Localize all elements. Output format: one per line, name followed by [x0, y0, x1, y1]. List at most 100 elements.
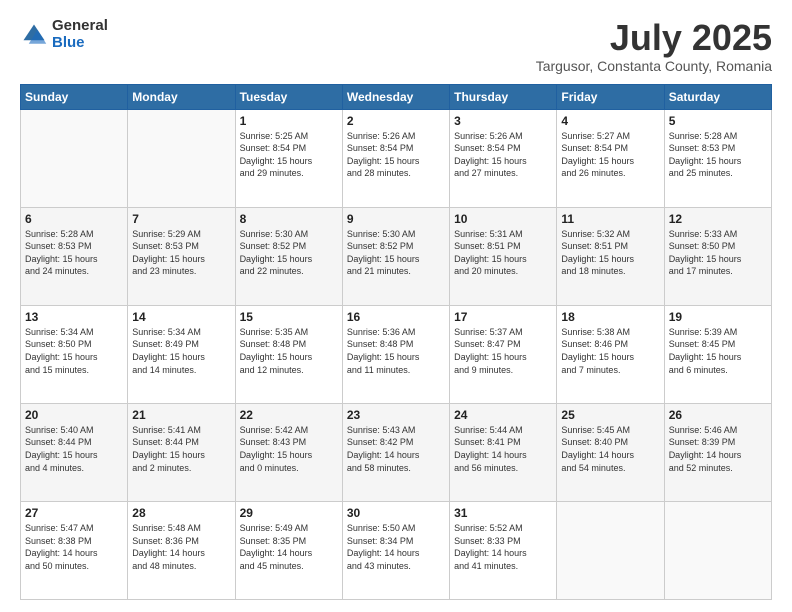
calendar-cell — [128, 109, 235, 207]
day-info: Sunrise: 5:28 AMSunset: 8:53 PMDaylight:… — [669, 130, 767, 180]
day-info: Sunrise: 5:28 AMSunset: 8:53 PMDaylight:… — [25, 228, 123, 278]
calendar-cell: 18 Sunrise: 5:38 AMSunset: 8:46 PMDayligh… — [557, 305, 664, 403]
calendar-cell: 2Sunrise: 5:26 AMSunset: 8:54 PMDaylight… — [342, 109, 449, 207]
day-number: 27 — [25, 506, 123, 520]
day-info: Sunrise: 5:40 AMSunset: 8:44 PMDaylight:… — [25, 424, 123, 474]
day-number: 26 — [669, 408, 767, 422]
calendar-cell: 30 Sunrise: 5:50 AMSunset: 8:34 PMDayligh… — [342, 501, 449, 599]
calendar-cell: 26Sunrise: 5:46 AMSunset: 8:39 PMDayligh… — [664, 403, 771, 501]
col-wednesday: Wednesday — [342, 84, 449, 109]
col-monday: Monday — [128, 84, 235, 109]
calendar-cell: 11 Sunrise: 5:32 AMSunset: 8:51 PMDayligh… — [557, 207, 664, 305]
calendar-cell: 12 Sunrise: 5:33 AMSunset: 8:50 PMDayligh… — [664, 207, 771, 305]
calendar-cell: 17Sunrise: 5:37 AMSunset: 8:47 PMDayligh… — [450, 305, 557, 403]
day-number: 7 — [132, 212, 230, 226]
day-number: 22 — [240, 408, 338, 422]
day-info: Sunrise: 5:39 AMSunset: 8:45 PMDaylight:… — [669, 326, 767, 376]
day-number: 9 — [347, 212, 445, 226]
day-number: 30 — [347, 506, 445, 520]
month-title: July 2025 — [536, 18, 772, 58]
logo-icon — [20, 21, 48, 49]
calendar-cell: 21Sunrise: 5:41 AMSunset: 8:44 PMDayligh… — [128, 403, 235, 501]
calendar-header-row: Sunday Monday Tuesday Wednesday Thursday… — [21, 84, 772, 109]
calendar-cell: 9Sunrise: 5:30 AMSunset: 8:52 PMDaylight… — [342, 207, 449, 305]
title-block: July 2025 Targusor, Constanta County, Ro… — [536, 18, 772, 74]
calendar-cell: 15 Sunrise: 5:35 AMSunset: 8:48 PMDayligh… — [235, 305, 342, 403]
logo-general-text: General — [52, 18, 108, 35]
calendar-cell: 25 Sunrise: 5:45 AMSunset: 8:40 PMDayligh… — [557, 403, 664, 501]
day-info: Sunrise: 5:52 AMSunset: 8:33 PMDaylight:… — [454, 522, 552, 572]
calendar-cell: 5 Sunrise: 5:28 AMSunset: 8:53 PMDaylight… — [664, 109, 771, 207]
calendar-week-row: 13 Sunrise: 5:34 AMSunset: 8:50 PMDayligh… — [21, 305, 772, 403]
page: General Blue July 2025 Targusor, Constan… — [0, 0, 792, 612]
calendar-cell: 4Sunrise: 5:27 AMSunset: 8:54 PMDaylight… — [557, 109, 664, 207]
day-number: 13 — [25, 310, 123, 324]
day-number: 1 — [240, 114, 338, 128]
calendar-cell: 16Sunrise: 5:36 AMSunset: 8:48 PMDayligh… — [342, 305, 449, 403]
day-number: 29 — [240, 506, 338, 520]
logo-blue-text: Blue — [52, 35, 108, 52]
day-info: Sunrise: 5:25 AMSunset: 8:54 PMDaylight:… — [240, 130, 338, 180]
day-info: Sunrise: 5:48 AMSunset: 8:36 PMDaylight:… — [132, 522, 230, 572]
calendar-cell: 1 Sunrise: 5:25 AMSunset: 8:54 PMDaylight… — [235, 109, 342, 207]
calendar-cell: 22 Sunrise: 5:42 AMSunset: 8:43 PMDayligh… — [235, 403, 342, 501]
day-number: 5 — [669, 114, 767, 128]
calendar-cell: 19 Sunrise: 5:39 AMSunset: 8:45 PMDayligh… — [664, 305, 771, 403]
day-number: 19 — [669, 310, 767, 324]
calendar-table: Sunday Monday Tuesday Wednesday Thursday… — [20, 84, 772, 600]
calendar-cell: 10Sunrise: 5:31 AMSunset: 8:51 PMDayligh… — [450, 207, 557, 305]
header: General Blue July 2025 Targusor, Constan… — [20, 18, 772, 74]
calendar-week-row: 27 Sunrise: 5:47 AMSunset: 8:38 PMDayligh… — [21, 501, 772, 599]
calendar-cell: 6 Sunrise: 5:28 AMSunset: 8:53 PMDaylight… — [21, 207, 128, 305]
day-number: 24 — [454, 408, 552, 422]
day-info: Sunrise: 5:42 AMSunset: 8:43 PMDaylight:… — [240, 424, 338, 474]
day-info: Sunrise: 5:45 AMSunset: 8:40 PMDaylight:… — [561, 424, 659, 474]
day-info: Sunrise: 5:34 AMSunset: 8:50 PMDaylight:… — [25, 326, 123, 376]
calendar-week-row: 1 Sunrise: 5:25 AMSunset: 8:54 PMDaylight… — [21, 109, 772, 207]
day-info: Sunrise: 5:47 AMSunset: 8:38 PMDaylight:… — [25, 522, 123, 572]
calendar-week-row: 20 Sunrise: 5:40 AMSunset: 8:44 PMDayligh… — [21, 403, 772, 501]
day-number: 4 — [561, 114, 659, 128]
day-info: Sunrise: 5:32 AMSunset: 8:51 PMDaylight:… — [561, 228, 659, 278]
day-info: Sunrise: 5:44 AMSunset: 8:41 PMDaylight:… — [454, 424, 552, 474]
calendar-cell: 13 Sunrise: 5:34 AMSunset: 8:50 PMDayligh… — [21, 305, 128, 403]
location-subtitle: Targusor, Constanta County, Romania — [536, 58, 772, 74]
day-number: 25 — [561, 408, 659, 422]
calendar-cell: 24 Sunrise: 5:44 AMSunset: 8:41 PMDayligh… — [450, 403, 557, 501]
col-friday: Friday — [557, 84, 664, 109]
calendar-cell: 7 Sunrise: 5:29 AMSunset: 8:53 PMDaylight… — [128, 207, 235, 305]
day-info: Sunrise: 5:38 AMSunset: 8:46 PMDaylight:… — [561, 326, 659, 376]
day-number: 15 — [240, 310, 338, 324]
calendar-cell: 14Sunrise: 5:34 AMSunset: 8:49 PMDayligh… — [128, 305, 235, 403]
col-sunday: Sunday — [21, 84, 128, 109]
day-info: Sunrise: 5:29 AMSunset: 8:53 PMDaylight:… — [132, 228, 230, 278]
logo: General Blue — [20, 18, 108, 51]
day-number: 17 — [454, 310, 552, 324]
day-number: 11 — [561, 212, 659, 226]
day-number: 18 — [561, 310, 659, 324]
col-tuesday: Tuesday — [235, 84, 342, 109]
day-info: Sunrise: 5:33 AMSunset: 8:50 PMDaylight:… — [669, 228, 767, 278]
day-info: Sunrise: 5:43 AMSunset: 8:42 PMDaylight:… — [347, 424, 445, 474]
calendar-cell: 31Sunrise: 5:52 AMSunset: 8:33 PMDayligh… — [450, 501, 557, 599]
day-number: 10 — [454, 212, 552, 226]
day-number: 16 — [347, 310, 445, 324]
day-number: 12 — [669, 212, 767, 226]
day-number: 8 — [240, 212, 338, 226]
calendar-cell: 8Sunrise: 5:30 AMSunset: 8:52 PMDaylight… — [235, 207, 342, 305]
day-number: 6 — [25, 212, 123, 226]
col-thursday: Thursday — [450, 84, 557, 109]
calendar-cell: 28 Sunrise: 5:48 AMSunset: 8:36 PMDayligh… — [128, 501, 235, 599]
day-info: Sunrise: 5:35 AMSunset: 8:48 PMDaylight:… — [240, 326, 338, 376]
day-info: Sunrise: 5:26 AMSunset: 8:54 PMDaylight:… — [347, 130, 445, 180]
day-number: 28 — [132, 506, 230, 520]
day-info: Sunrise: 5:50 AMSunset: 8:34 PMDaylight:… — [347, 522, 445, 572]
day-number: 23 — [347, 408, 445, 422]
day-info: Sunrise: 5:26 AMSunset: 8:54 PMDaylight:… — [454, 130, 552, 180]
logo-text: General Blue — [52, 18, 108, 51]
day-info: Sunrise: 5:49 AMSunset: 8:35 PMDaylight:… — [240, 522, 338, 572]
calendar-cell — [557, 501, 664, 599]
day-number: 14 — [132, 310, 230, 324]
day-number: 20 — [25, 408, 123, 422]
calendar-cell: 3Sunrise: 5:26 AMSunset: 8:54 PMDaylight… — [450, 109, 557, 207]
